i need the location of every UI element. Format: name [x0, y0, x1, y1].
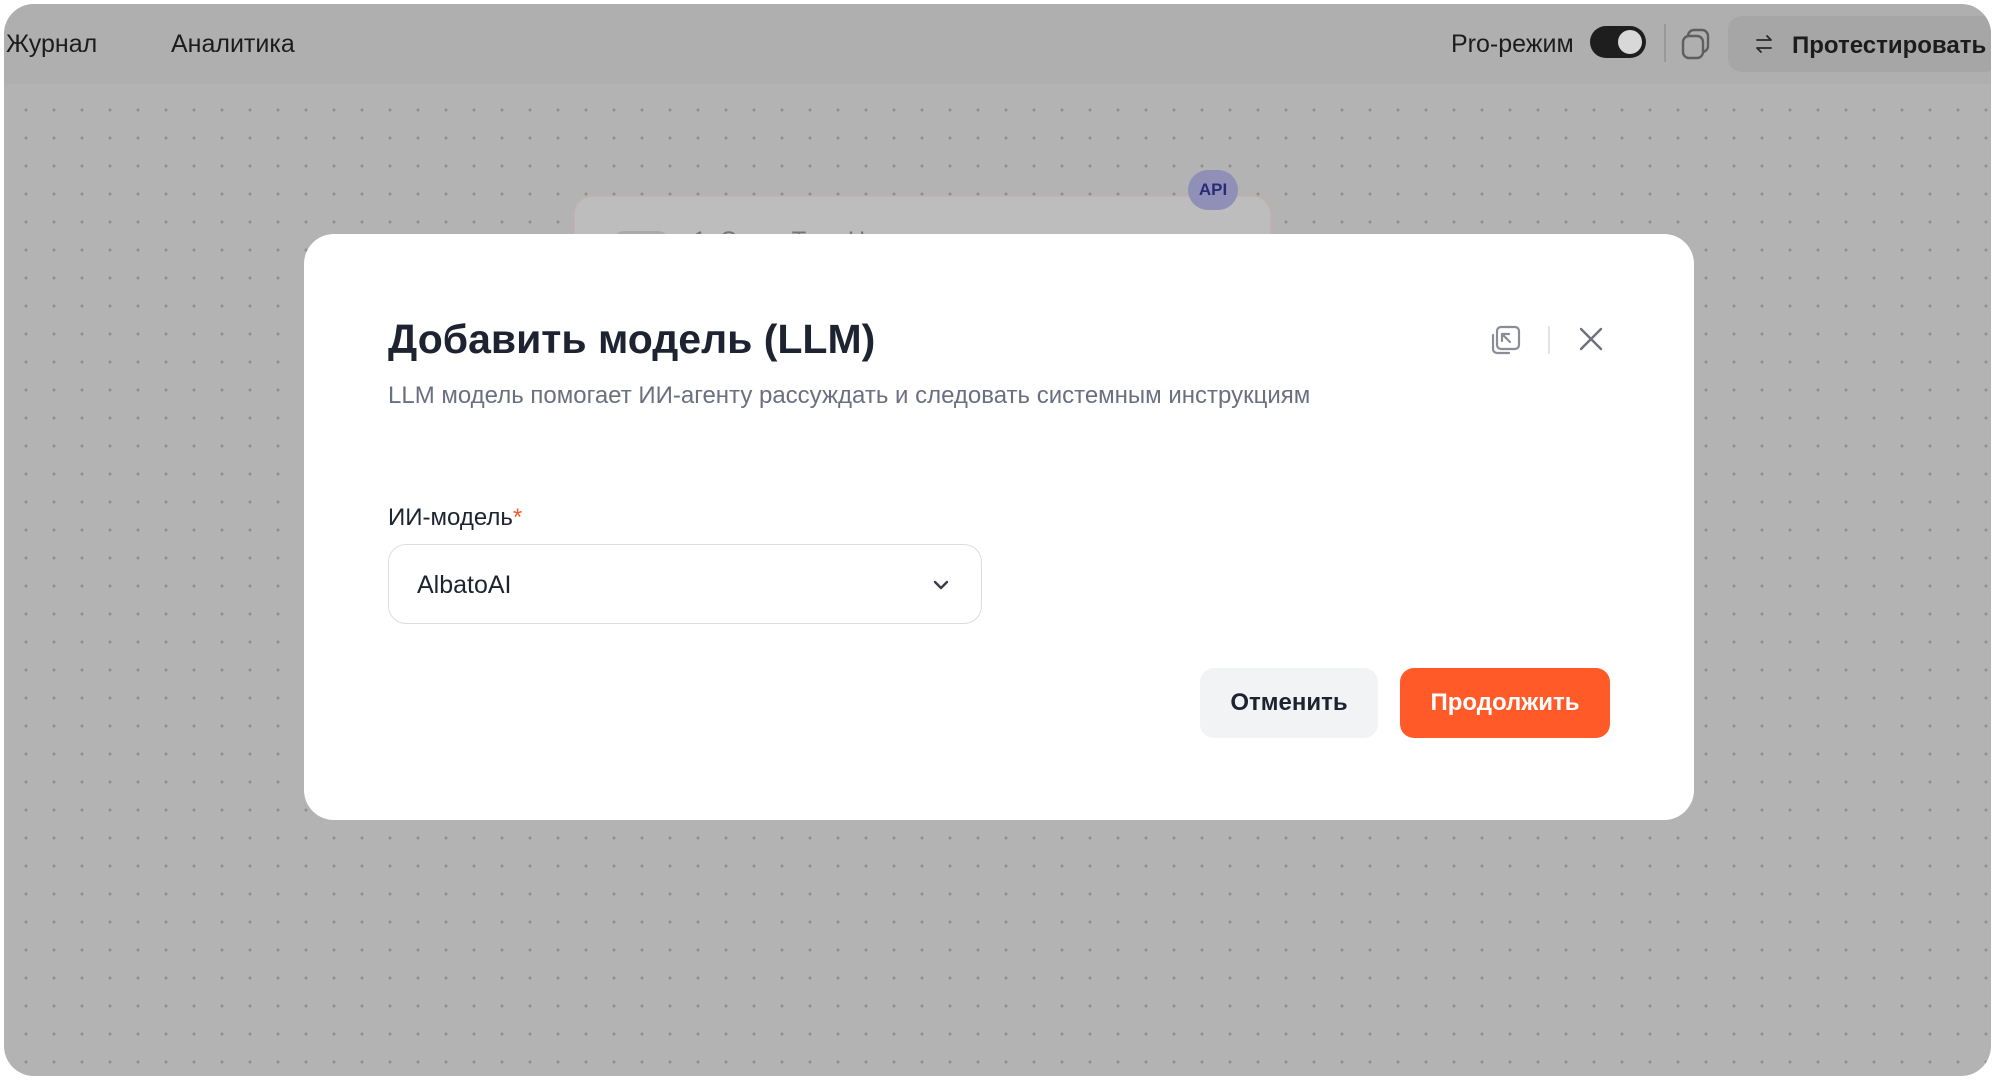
pro-mode-toggle[interactable]	[1590, 26, 1646, 58]
add-model-dialog: Добавить модель (LLM) LLM модель помогае…	[304, 234, 1694, 820]
top-bar: Журнал Аналитика Pro-режим Протестироват…	[4, 4, 1991, 84]
copy-icon[interactable]	[1676, 24, 1716, 64]
required-mark: *	[512, 504, 523, 531]
chevron-down-icon	[933, 580, 949, 590]
test-button-label: Протестировать	[1792, 32, 1987, 59]
divider	[1664, 24, 1666, 62]
test-button[interactable]: Протестировать	[1728, 16, 1991, 72]
dialog-title: Добавить модель (LLM)	[388, 316, 876, 362]
nav-link-journal[interactable]: Журнал	[6, 30, 97, 59]
dialog-subtitle: LLM модель помогает ИИ-агенту рассуждать…	[388, 382, 1311, 409]
dialog-header-divider	[1548, 326, 1550, 354]
cancel-button[interactable]: Отменить	[1200, 668, 1378, 738]
continue-button[interactable]: Продолжить	[1400, 668, 1610, 738]
dock-icon[interactable]	[1488, 322, 1522, 356]
model-field-label: ИИ-модель*	[388, 504, 522, 532]
app-window: Журнал Аналитика Pro-режим Протестироват…	[4, 4, 1991, 1076]
swap-arrows-icon	[1756, 35, 1772, 53]
model-select[interactable]: AlbatoAI	[388, 544, 982, 624]
toggle-knob	[1618, 30, 1642, 54]
api-badge: API	[1188, 170, 1238, 210]
model-select-value: AlbatoAI	[417, 571, 512, 599]
model-field-label-text: ИИ-модель	[388, 504, 513, 531]
close-icon[interactable]	[1574, 322, 1608, 356]
nav-link-analytics[interactable]: Аналитика	[171, 30, 295, 59]
pro-mode-label: Pro-режим	[1451, 30, 1574, 58]
